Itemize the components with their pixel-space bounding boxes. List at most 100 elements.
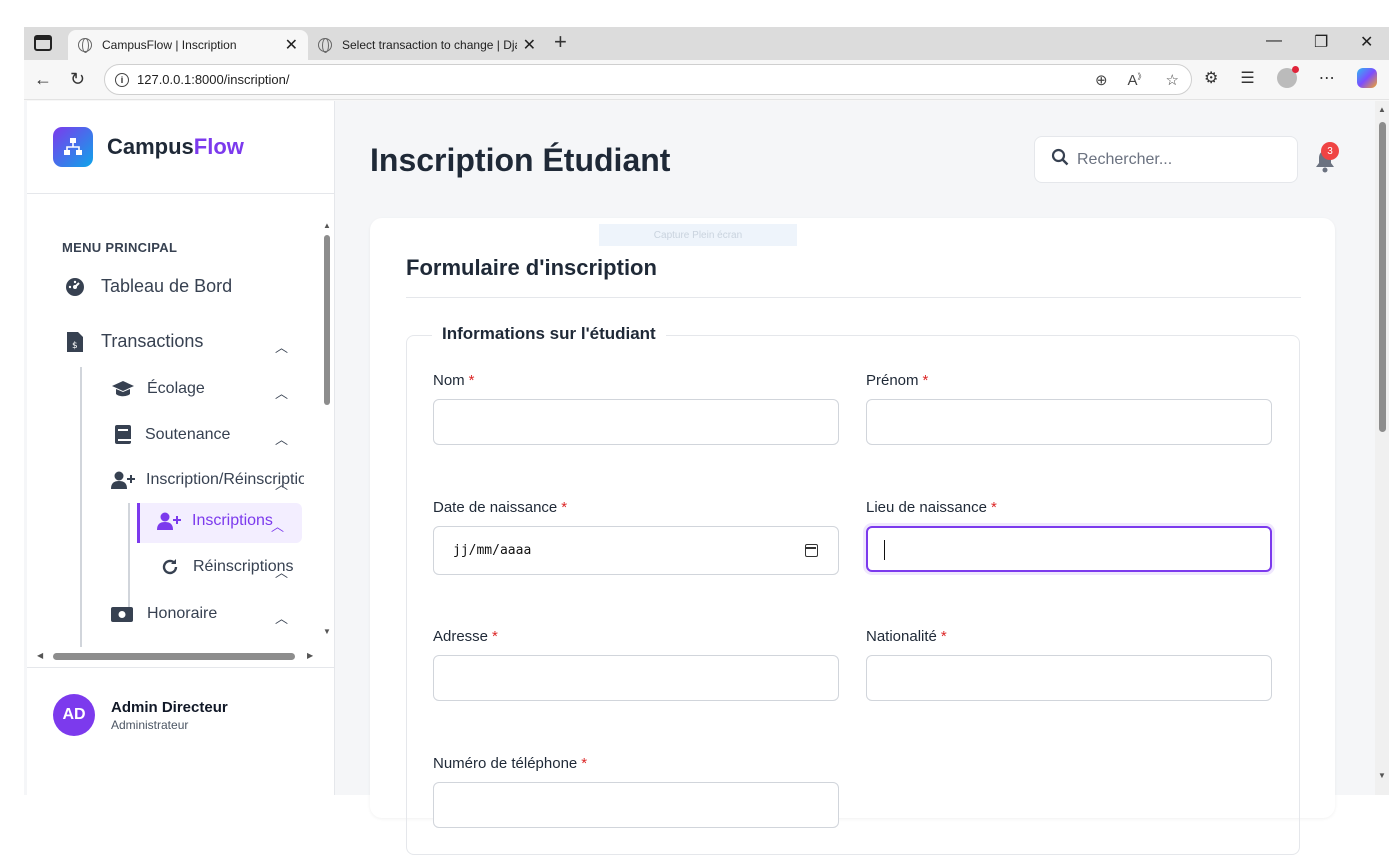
sidebar-item-label: Transactions <box>101 331 204 351</box>
page-viewport: CampusFlow MENU PRINCIPAL Tableau de Bor… <box>24 101 1389 855</box>
scroll-thumb[interactable] <box>53 653 295 660</box>
notification-badge: 3 <box>1321 142 1339 160</box>
sidebar-item-dashboard[interactable]: Tableau de Bord <box>65 276 232 297</box>
sidebar-item-honoraire[interactable]: Honoraire <box>111 605 217 623</box>
search-box[interactable] <box>1034 136 1298 183</box>
browser-window: CampusFlow | Inscription ✕ Select transa… <box>24 27 1389 855</box>
scroll-up-icon[interactable]: ▲ <box>1378 105 1386 114</box>
scroll-left-icon[interactable]: ◀ <box>37 651 43 660</box>
globe-icon <box>78 38 92 53</box>
tab-close-icon[interactable]: ✕ <box>523 35 536 55</box>
chevron-up-icon[interactable]: ︿ <box>275 337 288 356</box>
favorite-icon[interactable]: ☆ <box>1166 71 1179 89</box>
scroll-down-icon[interactable]: ▼ <box>323 627 331 636</box>
required-mark: * <box>922 372 929 389</box>
redo-icon <box>161 558 179 576</box>
tab-actions-icon[interactable] <box>34 35 52 51</box>
search-input[interactable] <box>1077 150 1277 169</box>
field-label-text: Nationalité <box>866 628 937 645</box>
sidebar-vertical-scrollbar[interactable]: ▲ ▼ <box>320 221 334 641</box>
chevron-up-icon[interactable]: ︿ <box>275 429 288 448</box>
nom-input[interactable] <box>433 399 839 445</box>
book-icon <box>115 425 131 444</box>
url-text[interactable]: 127.0.0.1:8000/inscription/ <box>137 72 290 87</box>
tab-title: Select transaction to change | Dja <box>342 38 517 52</box>
dashboard-icon <box>65 277 85 297</box>
tree-line <box>128 503 130 615</box>
svg-text:$: $ <box>72 341 78 351</box>
page-vertical-scrollbar[interactable]: ▲ ▼ <box>1375 101 1389 795</box>
user-plus-icon <box>111 471 135 489</box>
tab-campusflow[interactable]: CampusFlow | Inscription ✕ <box>68 30 308 60</box>
date-naissance-input[interactable]: jj/mm/aaaa <box>433 526 839 575</box>
avatar[interactable]: AD <box>53 694 95 736</box>
prenom-input[interactable] <box>866 399 1272 445</box>
address-row: ← ↻ i 127.0.0.1:8000/inscription/ ⊕ A》 ☆… <box>24 60 1389 100</box>
scroll-up-icon[interactable]: ▲ <box>323 221 331 230</box>
required-mark: * <box>561 499 568 516</box>
user-role: Administrateur <box>111 718 189 732</box>
sidebar-item-reinscriptions[interactable]: Réinscriptions <box>161 558 293 576</box>
site-info-icon[interactable]: i <box>115 72 129 87</box>
brand[interactable]: CampusFlow <box>53 127 244 167</box>
restore-button[interactable]: ❐ <box>1314 32 1328 52</box>
sidebar-item-label: Honoraire <box>147 605 218 622</box>
divider <box>27 193 335 194</box>
sidebar-item-ecolage[interactable]: Écolage <box>111 380 205 398</box>
chevron-up-icon[interactable]: ︿ <box>275 562 288 581</box>
chevron-up-icon[interactable]: ︿ <box>275 608 288 627</box>
sidebar-horizontal-scrollbar[interactable]: ◀ ▶ <box>37 649 319 663</box>
field-label-text: Prénom <box>866 372 919 389</box>
divider <box>406 297 1301 298</box>
minimize-button[interactable]: — <box>1266 32 1282 50</box>
fieldset-legend: Informations sur l'étudiant <box>432 324 666 344</box>
back-button[interactable]: ← <box>34 69 52 90</box>
sidebar-item-soutenance[interactable]: Soutenance <box>115 425 230 444</box>
page-title: Inscription Étudiant <box>370 142 671 178</box>
money-icon <box>111 606 133 622</box>
sidebar-item-transactions[interactable]: $ Transactions <box>67 331 203 352</box>
chevron-up-icon[interactable]: ︿ <box>271 516 284 535</box>
telephone-label: Numéro de téléphone * <box>433 755 587 772</box>
field-label-text: Adresse <box>433 628 489 645</box>
adresse-input[interactable] <box>433 655 839 701</box>
scroll-thumb[interactable] <box>324 235 330 405</box>
scroll-right-icon[interactable]: ▶ <box>307 651 313 660</box>
nationalite-label: Nationalité * <box>866 628 947 645</box>
read-aloud-icon[interactable]: A》 <box>1128 71 1146 89</box>
adresse-label: Adresse * <box>433 628 498 645</box>
new-tab-button[interactable]: + <box>554 29 567 55</box>
telephone-input[interactable] <box>433 782 839 828</box>
search-icon <box>1051 148 1069 171</box>
required-mark: * <box>492 628 498 645</box>
collections-icon[interactable]: ☰ <box>1240 68 1254 88</box>
nationalite-input[interactable] <box>866 655 1272 701</box>
copilot-icon[interactable] <box>1356 68 1377 88</box>
date-naissance-label: Date de naissance * <box>433 499 567 516</box>
lieu-naissance-input[interactable] <box>866 526 1272 572</box>
tab-close-icon[interactable]: ✕ <box>285 35 298 55</box>
more-icon[interactable]: ⋯ <box>1319 68 1335 88</box>
tab-django-admin[interactable]: Select transaction to change | Dja ✕ <box>308 30 546 60</box>
calendar-icon[interactable] <box>805 544 818 557</box>
reload-button[interactable]: ↻ <box>70 69 85 90</box>
scroll-down-icon[interactable]: ▼ <box>1378 771 1386 780</box>
brand-accent: Flow <box>193 134 244 159</box>
capture-overlay-label[interactable]: Capture Plein écran <box>599 224 797 246</box>
address-bar[interactable]: i 127.0.0.1:8000/inscription/ ⊕ A》 ☆ <box>104 64 1192 95</box>
chevron-up-icon[interactable]: ︿ <box>275 383 288 402</box>
close-window-button[interactable]: ✕ <box>1360 32 1373 52</box>
extensions-icon[interactable]: ⚙ <box>1204 68 1218 88</box>
text-caret <box>884 540 885 560</box>
sidebar-item-inscriptions[interactable]: Inscriptions <box>157 512 273 530</box>
divider <box>27 667 335 668</box>
profile-icon[interactable] <box>1276 66 1299 88</box>
invoice-icon: $ <box>67 331 83 352</box>
required-mark: * <box>990 499 997 516</box>
scroll-thumb[interactable] <box>1379 122 1386 432</box>
tab-strip: CampusFlow | Inscription ✕ Select transa… <box>24 27 1389 60</box>
chevron-up-icon[interactable]: ︿ <box>275 474 288 493</box>
zoom-icon[interactable]: ⊕ <box>1095 71 1108 89</box>
sidebar-item-label: Soutenance <box>145 425 231 443</box>
date-placeholder: jj/mm/aaaa <box>453 543 532 558</box>
